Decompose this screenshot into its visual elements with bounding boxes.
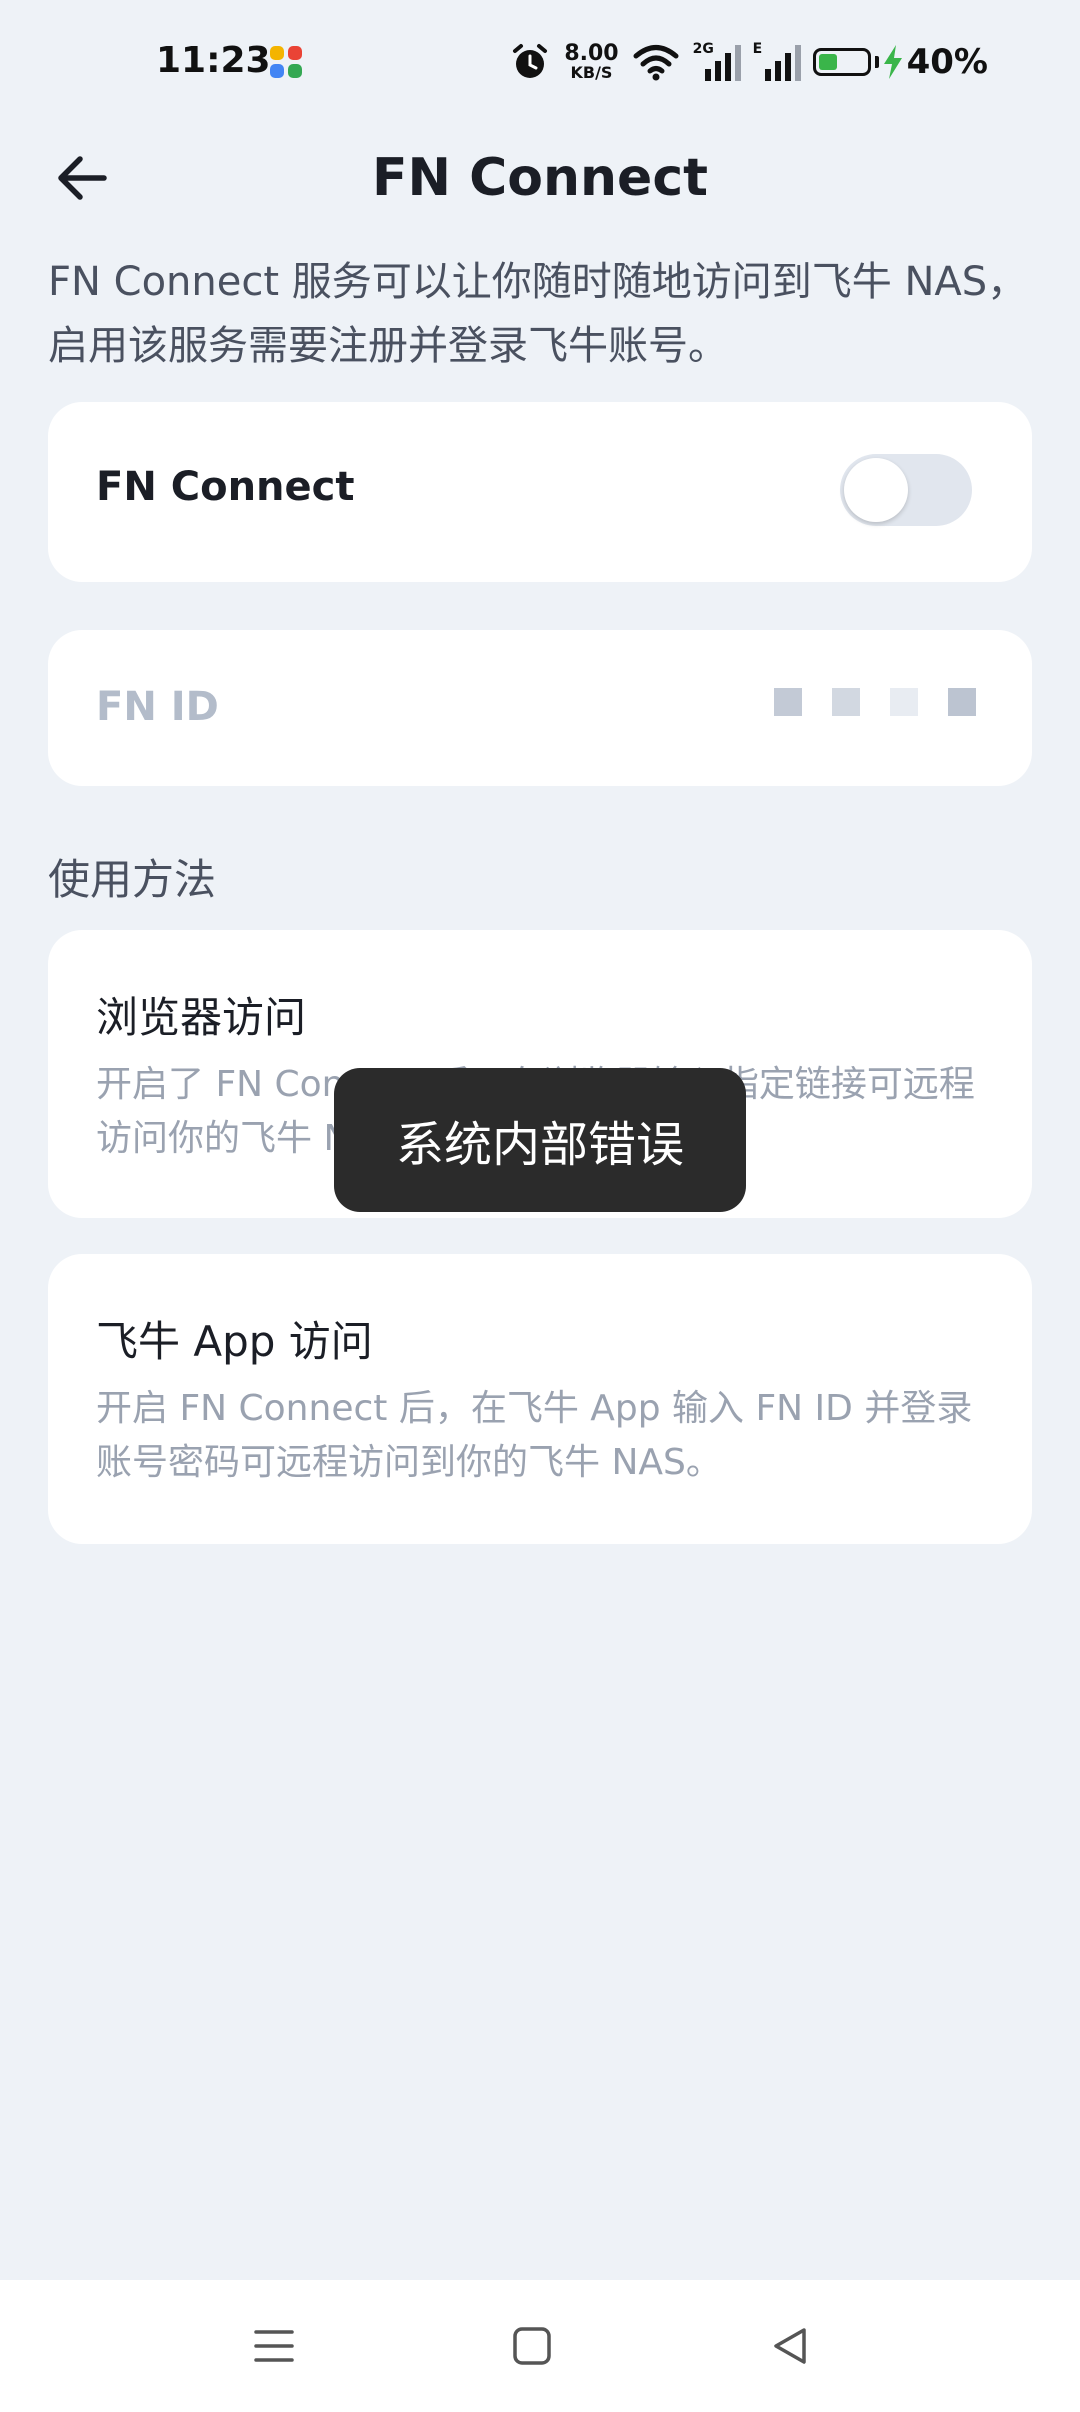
recents-menu-icon[interactable] <box>234 2306 314 2386</box>
fn-id-label: FN ID <box>96 684 219 730</box>
battery-percent: 40% <box>906 42 988 82</box>
system-nav-bar <box>0 2280 1080 2412</box>
app-notification-icon <box>270 46 302 78</box>
fn-connect-card: FN Connect <box>48 402 1032 582</box>
fn-id-redacted-value <box>774 688 976 716</box>
status-time: 11:23 <box>156 40 271 81</box>
alarm-icon <box>513 44 548 78</box>
battery-level <box>818 54 837 70</box>
battery-indicator: 40% <box>812 42 988 82</box>
usage-card-title: 浏览器访问 <box>96 993 307 1042</box>
back-triangle-icon[interactable] <box>750 2306 830 2386</box>
cellular-signal-1-icon: 2G <box>693 41 741 81</box>
usage-section-title: 使用方法 <box>48 855 217 904</box>
usage-card-app: 飞牛 App 访问 开启 FN Connect 后，在飞牛 App 输入 FN … <box>48 1254 1032 1544</box>
cellular-signal-2-label: E <box>752 41 763 57</box>
toggle-knob <box>844 458 908 522</box>
error-toast: 系统内部错误 <box>334 1068 746 1212</box>
home-square-icon[interactable] <box>492 2306 572 2386</box>
page-title: FN Connect <box>371 148 709 208</box>
app-bar: FN Connect <box>0 128 1080 228</box>
charging-bolt-icon <box>883 45 902 79</box>
intro-text: FN Connect 服务可以让你随时随地访问到飞牛 NAS，启用该服务需要注册… <box>48 259 1028 369</box>
status-bar: 11:23 8.00 KB/S 2G E 40% <box>0 0 1080 128</box>
network-speed: 8.00 KB/S <box>564 43 618 81</box>
wifi-icon <box>633 45 679 81</box>
network-speed-value: 8.00 <box>564 41 619 66</box>
cellular-signal-2-icon: E <box>752 41 801 81</box>
fn-connect-toggle[interactable] <box>840 454 972 526</box>
fn-connect-label: FN Connect <box>96 464 355 510</box>
network-speed-unit: KB/S <box>570 63 613 82</box>
fn-id-card[interactable]: FN ID <box>48 630 1032 786</box>
status-icons: 8.00 KB/S 2G E 40% <box>510 38 988 86</box>
usage-card-description: 开启 FN Connect 后，在飞牛 App 输入 FN ID 并登录账号密码… <box>96 1388 973 1483</box>
battery-icon <box>812 48 871 76</box>
usage-card-title: 飞牛 App 访问 <box>96 1317 373 1366</box>
